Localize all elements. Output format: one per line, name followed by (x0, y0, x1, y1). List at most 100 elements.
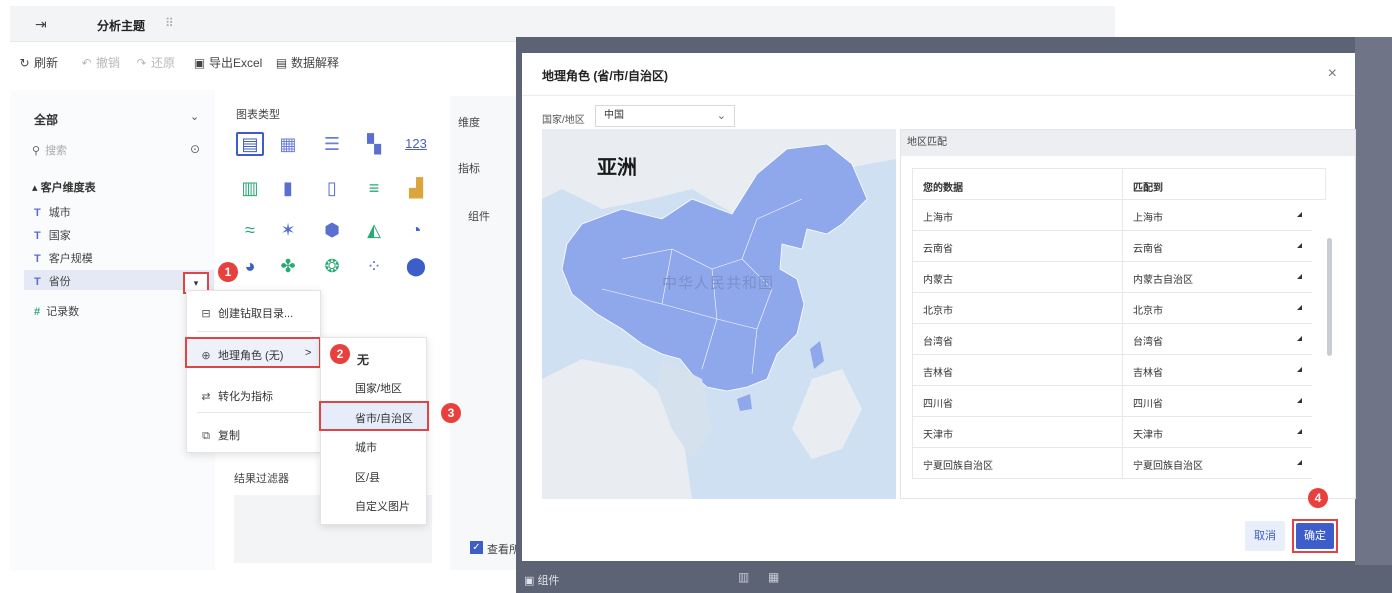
field-label: 记录数 (46, 306, 80, 318)
table-tree-node[interactable]: ▴ 客户维度表 (32, 179, 96, 195)
menu-item-label: 复制 (218, 430, 240, 442)
divider (522, 95, 1355, 96)
row-data-cell: 云南省 (923, 244, 953, 255)
dropdown-caret-icon[interactable] (1297, 305, 1302, 310)
menu-item-copy[interactable]: ⧉ 复制 (199, 427, 240, 443)
chevron-down-icon[interactable]: ⌄ (190, 110, 199, 123)
row-match-select[interactable]: 宁夏回族自治区 (1133, 457, 1203, 472)
submenu-item-city[interactable]: 城市 (355, 439, 377, 455)
cancel-button[interactable]: 取消 (1245, 521, 1285, 551)
row-data-cell: 内蒙古 (923, 275, 953, 286)
gauge-chart-icon[interactable]: ◔ (402, 218, 430, 242)
number-chart-icon[interactable]: 123 (402, 132, 430, 156)
table-name: 客户维度表 (40, 182, 96, 194)
waterfall-chart-icon[interactable]: ▟ (402, 176, 430, 200)
bottom-bar: ▣ 组件 ▥ ▦ (516, 565, 1392, 593)
horizontal-bar-icon[interactable]: ≡ (360, 176, 388, 200)
submenu-item-district[interactable]: 区/县 (355, 469, 380, 485)
row-match-select[interactable]: 吉林省 (1133, 364, 1163, 379)
submenu-item-none[interactable]: 无 (357, 351, 369, 368)
field-city[interactable]: T 城市 (34, 204, 71, 220)
measure-type-icon: # (34, 306, 41, 318)
polygon-chart-icon[interactable]: ⬢ (318, 218, 346, 242)
dropdown-caret-icon[interactable] (1297, 367, 1302, 372)
grouped-bar-icon[interactable]: ▮ (274, 176, 302, 200)
radar-chart-icon[interactable]: ✶ (274, 218, 302, 242)
undo-button[interactable]: ↶ 撤销 (80, 54, 120, 71)
field-country[interactable]: T 国家 (34, 227, 71, 243)
list-table-icon[interactable]: ☰ (318, 132, 346, 156)
menu-item-label: 转化为指标 (218, 391, 273, 403)
more-options-icon[interactable]: ⊙ (190, 142, 200, 156)
row-match-select[interactable]: 内蒙古自治区 (1133, 271, 1193, 286)
layout-icon[interactable]: ▦ (768, 570, 779, 584)
field-province[interactable]: T 省份 (34, 273, 71, 289)
dropdown-caret-icon[interactable] (1297, 460, 1302, 465)
indicator-label: 指标 (458, 163, 480, 175)
dropdown-caret-icon[interactable] (1297, 429, 1302, 434)
country-select[interactable]: 中国 ⌄ (595, 105, 735, 127)
card-chart-icon[interactable]: ▚ (360, 132, 388, 156)
submenu-item-country[interactable]: 国家/地区 (355, 380, 402, 396)
field-label: 省份 (48, 276, 71, 288)
submenu-item-province[interactable]: 省市/自治区 (355, 410, 413, 426)
divider (1122, 169, 1123, 199)
table-chart-icon[interactable]: ▤ (236, 132, 264, 156)
dropdown-caret-icon[interactable] (1297, 336, 1302, 341)
row-data-cell: 台湾省 (923, 337, 953, 348)
country-select-value: 中国 (604, 110, 624, 121)
menu-item-label: 地理角色 (无) (218, 350, 284, 362)
divider (1122, 448, 1123, 479)
dropdown-caret-icon[interactable] (1297, 398, 1302, 403)
row-match-select[interactable]: 上海市 (1133, 209, 1163, 224)
scatter-chart-icon[interactable]: ⁘ (360, 254, 388, 278)
row-data-cell: 宁夏回族自治区 (923, 461, 993, 472)
data-explain-button[interactable]: ▤ 数据解释 (275, 54, 339, 71)
row-data-cell: 吉林省 (923, 368, 953, 379)
bubble-chart-icon[interactable]: ⬤ (402, 254, 430, 278)
cross-table-icon[interactable]: ▦ (274, 132, 302, 156)
bar-chart-icon[interactable]: ▥ (236, 176, 264, 200)
row-match-select[interactable]: 天津市 (1133, 426, 1163, 441)
view-all-checkbox[interactable]: ✓ (470, 541, 483, 554)
bottom-component-text: 组件 (537, 575, 560, 587)
sunburst-chart-icon[interactable]: ❂ (318, 254, 346, 278)
export-icon: ▣ (193, 56, 206, 70)
search-input[interactable]: ⚲ 搜索 (32, 142, 67, 158)
chart-icon[interactable]: ▥ (738, 570, 749, 584)
menu-item-geo-role[interactable]: ⊕ 地理角色 (无) (199, 347, 283, 363)
line-chart-icon[interactable]: ≈ (236, 218, 264, 242)
field-customer-size[interactable]: T 客户规模 (34, 250, 93, 266)
pie-chart-icon[interactable]: ◕ (236, 254, 264, 278)
dropdown-caret-icon[interactable] (1297, 243, 1302, 248)
refresh-button[interactable]: ↻ 刷新 (18, 54, 58, 71)
step-marker-1: 1 (218, 262, 238, 282)
table-row: 上海市 上海市 (912, 200, 1312, 231)
redo-button[interactable]: ↷ 还原 (135, 54, 175, 71)
ok-button[interactable]: 确定 (1296, 523, 1334, 549)
dropdown-caret-icon[interactable] (1297, 212, 1302, 217)
row-match-select[interactable]: 台湾省 (1133, 333, 1163, 348)
divider (1122, 200, 1123, 231)
submenu-item-custom-image[interactable]: 自定义图片 (355, 498, 410, 514)
field-label: 城市 (48, 207, 71, 219)
export-excel-button[interactable]: ▣ 导出Excel (193, 54, 263, 71)
exit-icon[interactable]: ⇥ (35, 16, 47, 33)
menu-item-convert-indicator[interactable]: ⇄ 转化为指标 (199, 388, 273, 404)
dropdown-caret-icon[interactable] (1297, 274, 1302, 279)
field-record-count[interactable]: # 记录数 (34, 303, 79, 319)
close-icon[interactable]: × (1328, 65, 1337, 83)
tab-analysis-subject[interactable]: 分析主题 (97, 17, 145, 34)
row-match-select[interactable]: 云南省 (1133, 240, 1163, 255)
drag-handle-icon[interactable]: ⠿ (165, 16, 174, 30)
rose-chart-icon[interactable]: ✤ (274, 254, 302, 278)
divider (1122, 324, 1123, 355)
menu-item-create-drill[interactable]: ⊟ 创建钻取目录... (199, 305, 293, 321)
table-dropdown[interactable]: 全部 (34, 111, 58, 128)
menu-item-label: 创建钻取目录... (218, 308, 294, 320)
area-chart-icon[interactable]: ◭ (360, 218, 388, 242)
row-match-select[interactable]: 四川省 (1133, 395, 1163, 410)
table-scrollbar[interactable] (1327, 238, 1332, 356)
column-chart-icon[interactable]: ▯ (318, 176, 346, 200)
row-match-select[interactable]: 北京市 (1133, 302, 1163, 317)
